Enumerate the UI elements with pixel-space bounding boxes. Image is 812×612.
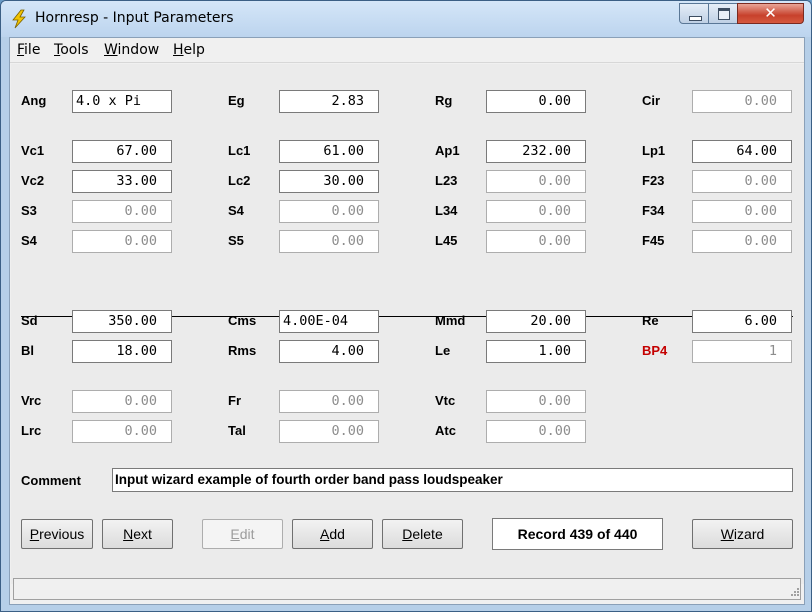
field-f45: 0.00 [692,230,792,253]
field-l45: 0.00 [486,230,586,253]
field-le[interactable]: 1.00 [486,340,586,363]
field-cir: 0.00 [692,90,792,113]
field-s4: 0.00 [72,230,172,253]
field-vc1[interactable]: 67.00 [72,140,172,163]
window-title: Hornresp - Input Parameters [35,10,234,26]
label-mmd: Mmd [435,313,466,328]
title-bar[interactable]: Hornresp - Input Parameters ✕ [1,1,811,37]
field-rms[interactable]: 4.00 [279,340,379,363]
label-cms: Cms [228,313,257,328]
previous-button[interactable]: Previous [21,519,93,549]
field-lc2[interactable]: 30.00 [279,170,379,193]
label-ap1: Ap1 [435,143,460,158]
menu-help[interactable]: Help [173,42,205,58]
field-l23: 0.00 [486,170,586,193]
field-lc1[interactable]: 61.00 [279,140,379,163]
delete-button[interactable]: Delete [382,519,463,549]
label-s4-upper: S4 [228,203,244,218]
label-bl: Bl [21,343,34,358]
record-indicator: Record 439 of 440 [492,518,663,550]
maximize-button[interactable] [708,3,738,24]
label-vc2: Vc2 [21,173,45,188]
app-window: Hornresp - Input Parameters ✕ File Tools… [0,0,812,612]
field-mmd[interactable]: 20.00 [486,310,586,333]
field-vrc: 0.00 [72,390,172,413]
next-button[interactable]: Next [102,519,173,549]
label-lc2: Lc2 [228,173,251,188]
field-fr: 0.00 [279,390,379,413]
label-sd: Sd [21,313,38,328]
field-s3: 0.00 [72,200,172,223]
field-bl[interactable]: 18.00 [72,340,172,363]
label-vc1: Vc1 [21,143,45,158]
add-button[interactable]: Add [292,519,373,549]
field-ap1[interactable]: 232.00 [486,140,586,163]
resize-grip-icon[interactable] [788,587,800,599]
field-s4-upper: 0.00 [279,200,379,223]
field-l34: 0.00 [486,200,586,223]
field-eg[interactable]: 2.83 [279,90,379,113]
menu-tools[interactable]: Tools [54,42,89,58]
input-parameters-form: Ang 4.0 x Pi Eg 2.83 Rg 0.00 Cir 0.00 Vc… [11,64,804,584]
field-cms[interactable]: 4.00E-04 [279,310,379,333]
wizard-button[interactable]: Wizard [692,519,793,549]
label-l34: L34 [435,203,458,218]
field-atc: 0.00 [486,420,586,443]
maximize-icon [718,8,730,20]
label-vrc: Vrc [21,393,42,408]
close-button[interactable]: ✕ [737,3,804,24]
label-rms: Rms [228,343,257,358]
minimize-icon [689,16,702,21]
label-l23: L23 [435,173,458,188]
field-re[interactable]: 6.00 [692,310,792,333]
label-ang: Ang [21,93,47,108]
menu-window[interactable]: Window [104,42,159,58]
close-icon: ✕ [764,4,777,22]
label-lp1: Lp1 [642,143,666,158]
field-s5: 0.00 [279,230,379,253]
label-lc1: Lc1 [228,143,251,158]
lightning-bolt-icon [12,9,26,29]
label-vtc: Vtc [435,393,456,408]
field-vc2[interactable]: 33.00 [72,170,172,193]
label-eg: Eg [228,93,245,108]
menu-bar: File Tools Window Help [10,38,804,63]
field-lp1[interactable]: 64.00 [692,140,792,163]
label-atc: Atc [435,423,456,438]
field-rg[interactable]: 0.00 [486,90,586,113]
label-bp4[interactable]: BP4 [642,343,667,359]
label-f23: F23 [642,173,665,188]
label-s4: S4 [21,233,37,248]
field-tal: 0.00 [279,420,379,443]
label-tal: Tal [228,423,246,438]
client-area: File Tools Window Help Ang 4.0 x Pi Eg 2… [9,37,805,605]
field-ang[interactable]: 4.0 x Pi [72,90,172,113]
label-comment: Comment [21,473,81,488]
status-bar [13,578,801,600]
label-l45: L45 [435,233,458,248]
minimize-button[interactable] [679,3,709,24]
label-s3: S3 [21,203,37,218]
menu-file[interactable]: File [17,42,40,58]
label-cir: Cir [642,93,661,108]
label-f45: F45 [642,233,665,248]
field-bp4: 1 [692,340,792,363]
label-fr: Fr [228,393,241,408]
label-le: Le [435,343,451,358]
label-re: Re [642,313,659,328]
field-f23: 0.00 [692,170,792,193]
field-sd[interactable]: 350.00 [72,310,172,333]
field-vtc: 0.00 [486,390,586,413]
label-f34: F34 [642,203,665,218]
label-rg: Rg [435,93,453,108]
edit-button: Edit [202,519,283,549]
field-f34: 0.00 [692,200,792,223]
comment-field[interactable]: Input wizard example of fourth order ban… [112,468,793,492]
label-lrc: Lrc [21,423,42,438]
label-s5: S5 [228,233,244,248]
field-lrc: 0.00 [72,420,172,443]
